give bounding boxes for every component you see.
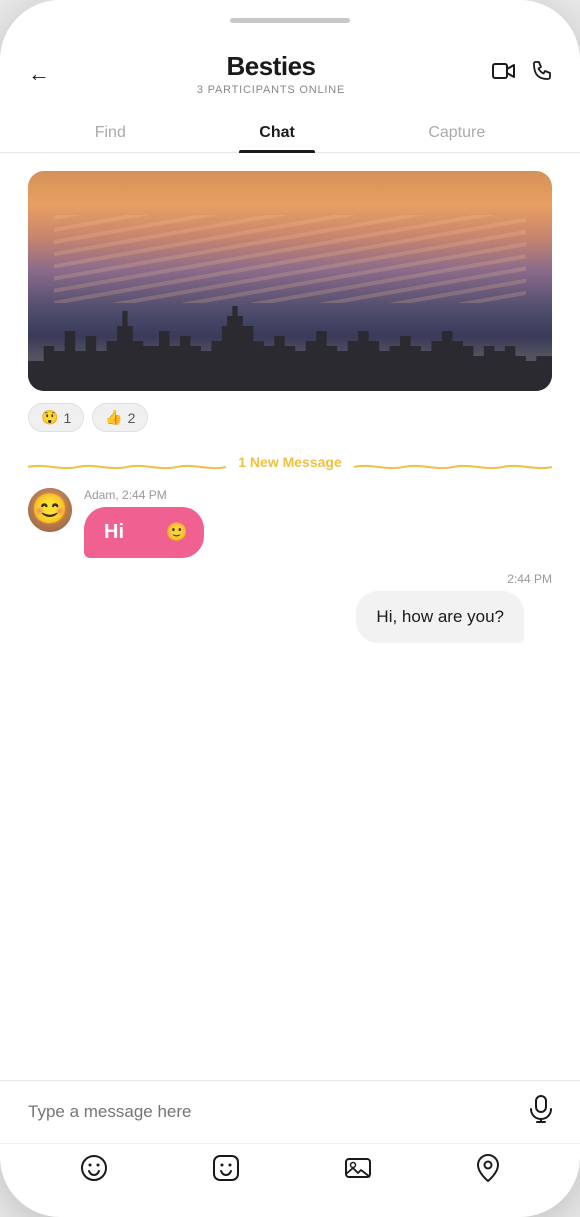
- thumbsup-emoji: 👍: [105, 409, 122, 426]
- wavy-line-right: [354, 458, 552, 466]
- avatar: [28, 488, 72, 532]
- tabs-bar: Find Chat Capture: [0, 114, 580, 153]
- wavy-line-left: [28, 458, 226, 466]
- header: ← Besties 3 PARTICIPANTS ONLINE: [0, 33, 580, 104]
- notch-pill: [230, 18, 350, 23]
- header-title-group: Besties 3 PARTICIPANTS ONLINE: [197, 51, 345, 96]
- shocked-emoji: 😲: [41, 409, 58, 426]
- phone-call-icon[interactable]: [532, 61, 552, 87]
- outgoing-message-time: 2:44 PM: [0, 572, 580, 586]
- input-bar: [0, 1080, 580, 1143]
- tab-chat[interactable]: Chat: [239, 114, 315, 152]
- incoming-bubble[interactable]: Hi 🙂: [84, 507, 204, 558]
- reaction-shocked[interactable]: 😲 1: [28, 403, 84, 432]
- outgoing-message-row: Hi, how are you?: [0, 591, 580, 657]
- sender-time-label: Adam, 2:44 PM: [84, 488, 552, 502]
- skyline-photo: [28, 171, 552, 391]
- image-message-container: [0, 153, 580, 391]
- sender-name: Adam: [84, 488, 115, 502]
- back-button[interactable]: ←: [28, 61, 50, 87]
- message-group-incoming: Adam, 2:44 PM Hi 🙂: [84, 488, 552, 558]
- chat-title: Besties: [197, 51, 345, 82]
- tab-find[interactable]: Find: [75, 114, 146, 152]
- new-message-divider: 1 New Message: [28, 454, 552, 470]
- sticker-icon[interactable]: [212, 1154, 240, 1189]
- header-icons: [492, 61, 552, 87]
- bottom-toolbar: [0, 1143, 580, 1217]
- reactions-bar: 😲 1 👍 2: [0, 391, 580, 432]
- notch-bar: [0, 0, 580, 33]
- reaction-thumbsup[interactable]: 👍 2: [92, 403, 148, 432]
- shocked-count: 1: [63, 410, 71, 426]
- chat-content: 😲 1 👍 2 1 New Message: [0, 153, 580, 1080]
- emoji-reaction-button[interactable]: 🙂: [166, 522, 188, 543]
- video-call-icon[interactable]: [492, 62, 516, 86]
- tab-capture[interactable]: Capture: [408, 114, 505, 152]
- mic-icon[interactable]: [530, 1095, 552, 1129]
- thumbsup-count: 2: [128, 410, 136, 426]
- outgoing-bubble[interactable]: Hi, how are you?: [356, 591, 524, 643]
- phone-frame: ← Besties 3 PARTICIPANTS ONLINE Find: [0, 0, 580, 1217]
- incoming-message-text: Hi: [104, 521, 124, 544]
- emoji-icon[interactable]: [80, 1154, 108, 1189]
- message-input[interactable]: [28, 1102, 518, 1122]
- message-time-incoming: 2:44 PM: [122, 488, 167, 502]
- incoming-message-row: Adam, 2:44 PM Hi 🙂: [0, 488, 580, 572]
- image-icon[interactable]: [344, 1154, 372, 1189]
- image-message[interactable]: [28, 171, 552, 391]
- avatar-face: [28, 488, 72, 532]
- participants-count: 3 PARTICIPANTS ONLINE: [197, 84, 345, 96]
- location-icon[interactable]: [476, 1154, 500, 1189]
- new-message-label: 1 New Message: [238, 454, 342, 470]
